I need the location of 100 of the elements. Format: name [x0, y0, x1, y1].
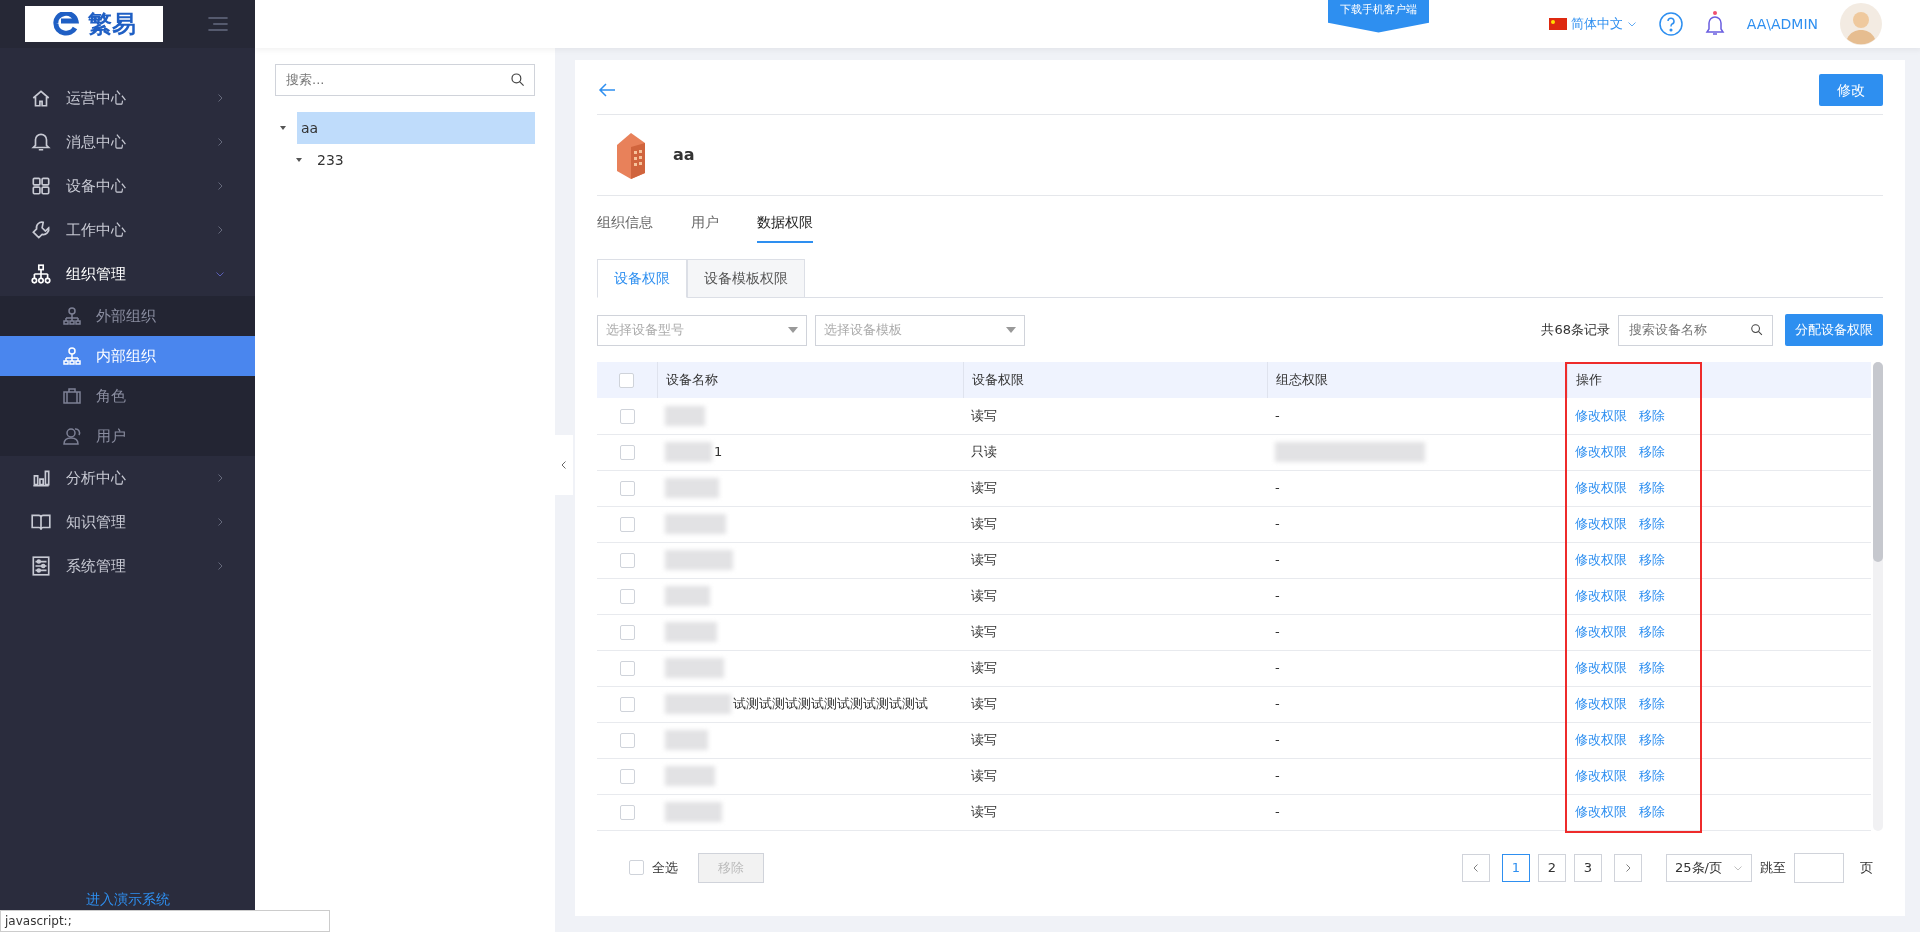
checkbox[interactable] — [619, 445, 635, 461]
tab[interactable]: 组织信息 — [597, 204, 653, 243]
chevron-down-icon — [215, 269, 225, 279]
language-selector[interactable]: 简体中文 — [1548, 14, 1637, 34]
checkbox[interactable] — [619, 373, 635, 389]
subtab[interactable]: 设备权限 — [597, 259, 687, 298]
chevron-right-icon — [1623, 862, 1633, 873]
action-link[interactable]: 移除 — [1639, 732, 1665, 748]
action-link[interactable]: 移除 — [1639, 552, 1665, 568]
user-name[interactable]: AA\ADMIN — [1746, 13, 1818, 35]
checkbox[interactable] — [619, 481, 635, 497]
dropdown-caret-icon — [788, 327, 798, 333]
table-cell: - — [1275, 768, 1280, 784]
tree-node[interactable]: 233 — [313, 144, 535, 176]
action-link[interactable]: 修改权限 — [1575, 732, 1627, 748]
page-button[interactable]: 3 — [1574, 853, 1602, 882]
checkbox[interactable] — [619, 769, 635, 785]
checkbox[interactable] — [619, 517, 635, 533]
submenu-item[interactable]: 角色 — [0, 376, 255, 416]
action-link[interactable]: 移除 — [1639, 480, 1665, 496]
action-link[interactable]: 移除 — [1639, 588, 1665, 604]
search-field[interactable]: 搜索设备名称 — [1618, 314, 1773, 346]
action-link[interactable]: 修改权限 — [1575, 660, 1627, 676]
select-field[interactable]: 选择设备型号 — [597, 314, 807, 346]
page-number-field[interactable] — [1794, 852, 1844, 883]
menu-item[interactable]: 消息中心 — [0, 120, 255, 164]
edit-button[interactable]: 修改 — [1819, 74, 1883, 106]
tree-node[interactable]: aa — [297, 112, 535, 144]
search-input[interactable]: 搜索... — [284, 69, 510, 91]
submenu-item[interactable]: 内部组织 — [0, 336, 255, 376]
chevron-left-icon — [1471, 862, 1481, 873]
table-cell: 读写 — [963, 578, 1267, 614]
menu-item[interactable]: 运营中心 — [0, 76, 255, 120]
action-link[interactable]: 移除 — [1639, 696, 1665, 712]
checkbox[interactable] — [619, 589, 635, 605]
checkbox[interactable] — [619, 805, 635, 821]
page-button[interactable]: 2 — [1538, 853, 1566, 882]
table-cell: 只读 — [963, 434, 1267, 470]
subtab[interactable]: 设备模板权限 — [687, 259, 805, 298]
page-button[interactable]: 1 — [1502, 853, 1530, 882]
next-page-button[interactable] — [1614, 853, 1642, 882]
action-link[interactable]: 移除 — [1639, 408, 1665, 423]
checkbox[interactable] — [619, 409, 635, 424]
scrollbar[interactable] — [1873, 362, 1883, 831]
status-bar: javascript:; — [0, 910, 330, 932]
action-link[interactable]: 修改权限 — [1575, 552, 1627, 568]
action-link[interactable]: 修改权限 — [1575, 588, 1627, 604]
previous-page-button[interactable] — [1462, 853, 1490, 882]
menu-item[interactable]: 分析中心 — [0, 456, 255, 500]
tab[interactable]: 用户 — [691, 204, 719, 243]
demo-link[interactable]: 进入演示系统 — [85, 889, 170, 910]
chevron-right-icon — [215, 137, 225, 147]
submenu-item[interactable]: 外部组织 — [0, 296, 255, 336]
checkbox[interactable] — [629, 860, 644, 875]
action-link[interactable]: 修改权限 — [1575, 408, 1627, 423]
action-link[interactable]: 移除 — [1639, 516, 1665, 532]
menu-item[interactable]: 系统管理 — [0, 544, 255, 588]
table-cell: 读写 — [963, 542, 1267, 578]
logo-text: 繁易 — [88, 9, 136, 40]
bell-icon — [1704, 10, 1725, 38]
table-cell: - — [1275, 408, 1280, 423]
collapse-handle[interactable] — [555, 435, 573, 495]
chevron-right-icon — [215, 561, 225, 571]
action-link[interactable]: 移除 — [1639, 624, 1665, 640]
checkbox[interactable] — [619, 697, 635, 713]
menu-item[interactable]: 设备中心 — [0, 164, 255, 208]
menu-item-icon — [30, 263, 52, 285]
download-button[interactable]: 下载手机客户端 — [1328, 0, 1429, 33]
menu-item[interactable]: 组织管理 — [0, 252, 255, 296]
action-link[interactable]: 修改权限 — [1575, 444, 1627, 460]
record-count: 共68条记录 — [1541, 321, 1610, 340]
action-link[interactable]: 移除 — [1639, 768, 1665, 784]
column-header: 组态权限 — [1267, 362, 1567, 398]
action-link[interactable]: 修改权限 — [1575, 804, 1627, 820]
table-cell: - — [1275, 732, 1280, 748]
action-link[interactable]: 移除 — [1639, 804, 1665, 820]
search-input[interactable]: 搜索设备名称 — [1627, 319, 1750, 341]
submenu-item[interactable]: 用户 — [0, 416, 255, 456]
select-field[interactable]: 选择设备模板 — [815, 314, 1025, 346]
table-cell: 读写 — [963, 650, 1267, 686]
tab[interactable]: 数据权限 — [757, 204, 813, 243]
action-link[interactable]: 修改权限 — [1575, 768, 1627, 784]
checkbox[interactable] — [619, 553, 635, 569]
menu-item[interactable]: 知识管理 — [0, 500, 255, 544]
checkbox[interactable] — [619, 661, 635, 677]
checkbox[interactable] — [619, 625, 635, 641]
action-link[interactable]: 移除 — [1639, 660, 1665, 676]
search-icon — [1750, 323, 1764, 337]
action-link[interactable]: 修改权限 — [1575, 696, 1627, 712]
page-size-select[interactable]: 25条/页 — [1666, 853, 1752, 882]
action-link[interactable]: 修改权限 — [1575, 624, 1627, 640]
search-field[interactable]: 搜索... — [275, 64, 535, 96]
action-link[interactable]: 修改权限 — [1575, 480, 1627, 496]
action-link[interactable]: 移除 — [1639, 444, 1665, 460]
checkbox[interactable] — [619, 733, 635, 749]
assign-button[interactable]: 分配设备权限 — [1785, 314, 1883, 346]
menu-item-icon — [30, 175, 52, 197]
menu-item-icon — [30, 555, 52, 577]
action-link[interactable]: 修改权限 — [1575, 516, 1627, 532]
menu-item[interactable]: 工作中心 — [0, 208, 255, 252]
